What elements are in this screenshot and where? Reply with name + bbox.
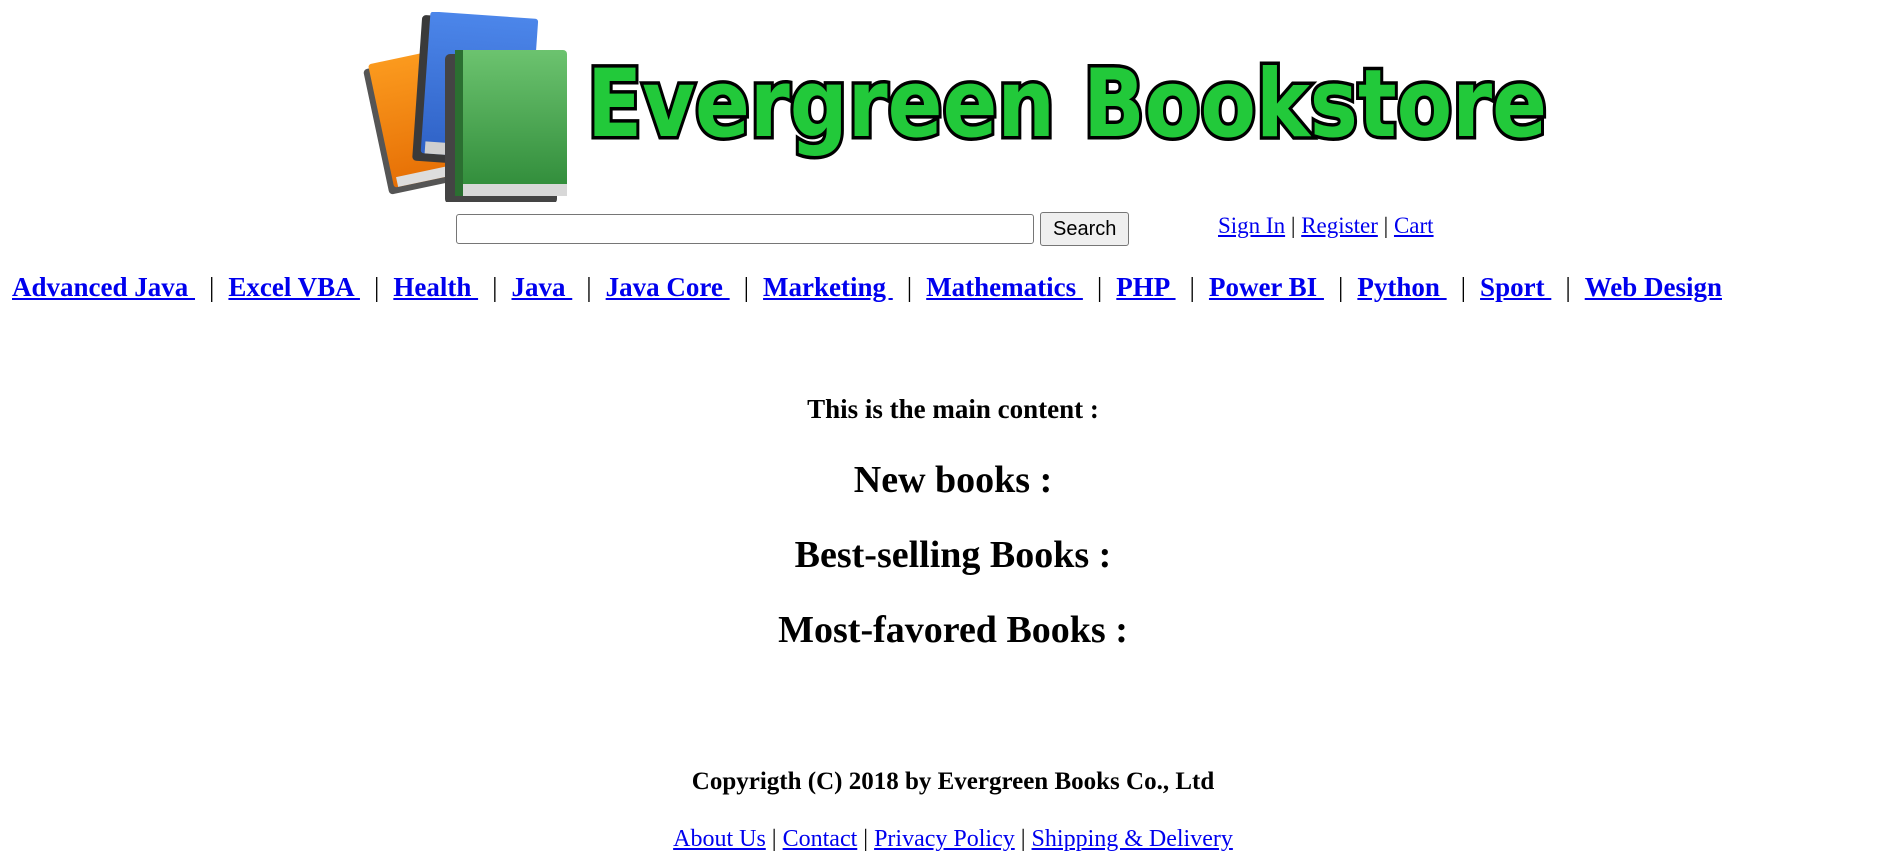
separator: | (1290, 213, 1296, 238)
separator: | (1189, 272, 1195, 302)
site-name-text: Evergreen Bookstore (587, 50, 1547, 159)
privacy-policy-link[interactable]: Privacy Policy (874, 826, 1015, 852)
category-php[interactable]: PHP (1116, 272, 1175, 302)
new-books-heading: New books : (853, 459, 1053, 501)
category-excel-vba[interactable]: Excel VBA (228, 272, 360, 302)
shipping-delivery-link[interactable]: Shipping & Delivery (1032, 826, 1233, 852)
separator: | (1565, 272, 1571, 302)
category-python[interactable]: Python (1357, 272, 1446, 302)
separator: | (586, 272, 592, 302)
most-favored-heading: Most-favored Books : (778, 609, 1128, 651)
books-stack-icon: Evergreen Bookstore (363, 12, 1551, 202)
account-links: Sign In | Register | Cart (1218, 213, 1434, 239)
category-java-core[interactable]: Java Core (606, 272, 730, 302)
separator: | (1096, 272, 1103, 302)
page: Evergreen Bookstore Search Sign In | Reg… (0, 0, 1896, 868)
search-button[interactable]: Search (1040, 212, 1130, 246)
separator: | (1383, 213, 1389, 238)
separator: | (743, 272, 750, 302)
separator: | (1337, 272, 1344, 302)
separator: | (492, 272, 498, 302)
about-us-link[interactable]: About Us (673, 826, 766, 852)
main-intro-text: This is the main content : (807, 394, 1099, 424)
sign-in-link[interactable]: Sign In (1218, 213, 1285, 238)
best-selling-heading: Best-selling Books : (794, 534, 1112, 576)
category-health[interactable]: Health (393, 272, 478, 302)
category-mathematics[interactable]: Mathematics (926, 272, 1083, 302)
site-logo[interactable]: Evergreen Bookstore (355, 12, 1555, 202)
category-advanced-java[interactable]: Advanced Java (12, 272, 195, 302)
separator: | (771, 826, 777, 852)
search-input[interactable] (456, 214, 1034, 244)
category-java[interactable]: Java (512, 272, 573, 302)
copyright-text: Copyrigth (C) 2018 by Evergreen Books Co… (691, 768, 1215, 795)
category-sport[interactable]: Sport (1480, 272, 1551, 302)
footer-links: About Us | Contact | Privacy Policy | Sh… (0, 823, 1896, 855)
separator: | (1020, 826, 1026, 852)
category-marketing[interactable]: Marketing (763, 272, 893, 302)
separator: | (863, 826, 869, 852)
register-link[interactable]: Register (1301, 213, 1378, 238)
search-bar: Search (456, 212, 1130, 246)
category-web-design[interactable]: Web Design (1585, 272, 1722, 302)
category-power-bi[interactable]: Power BI (1209, 272, 1324, 302)
cart-link[interactable]: Cart (1394, 213, 1434, 238)
separator: | (1460, 272, 1467, 302)
separator: | (373, 272, 380, 302)
separator: | (906, 272, 913, 302)
category-nav: Advanced Java | Excel VBA | Health | Java |… (12, 272, 1722, 303)
contact-link[interactable]: Contact (783, 826, 858, 852)
separator: | (209, 272, 215, 302)
footer: Copyrigth (C) 2018 by Evergreen Books Co… (0, 765, 1896, 855)
